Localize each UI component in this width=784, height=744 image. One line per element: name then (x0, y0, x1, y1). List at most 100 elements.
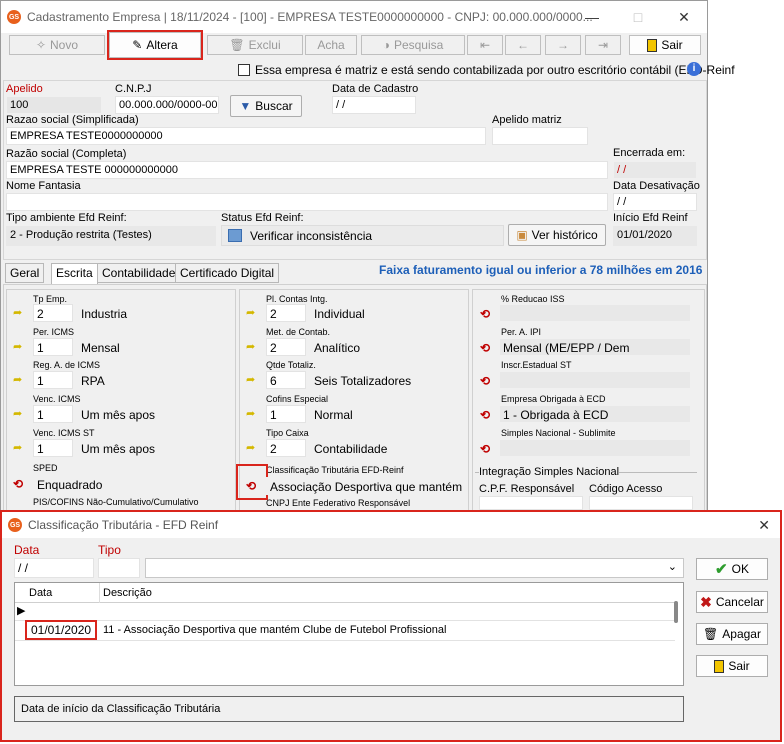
venc-icms-label: Venc. ICMS (33, 394, 81, 404)
verificar-inconsistencia-button[interactable]: Verificar inconsistência (221, 225, 504, 246)
chevron-down-icon: ⌄ (667, 561, 677, 573)
classificacao-grid: Data Descrição ▶ 01/01/2020 11 - Associa… (14, 582, 684, 686)
edit-arrow-icon[interactable]: ➦ (13, 341, 27, 353)
col-descricao-header[interactable]: Descrição (103, 587, 152, 599)
cpf-responsavel-label: C.P.F. Responsável (479, 483, 575, 495)
dialog-data-field[interactable]: / / (14, 558, 94, 578)
pesquisa-button[interactable]: ◑ Pesquisa (361, 35, 465, 55)
exclui-label: Exclui (248, 38, 281, 52)
simples-sublimite-desc (499, 439, 691, 457)
tab-contabilidade[interactable]: Contabilidade (97, 263, 181, 283)
app-icon: GS (7, 10, 21, 24)
undo-arrow-icon[interactable]: ⟲ (246, 480, 260, 492)
minimize-icon[interactable]: — (569, 1, 615, 33)
first-record-button[interactable]: ⇤ (467, 35, 503, 55)
row-data-cell[interactable]: 01/01/2020 (24, 620, 98, 640)
undo-arrow-icon[interactable]: ⟲ (480, 375, 494, 387)
sair-button[interactable]: Sair (629, 35, 701, 55)
empresa-ecd-label: Empresa Obrigada à ECD (501, 394, 606, 404)
fantasia-field[interactable] (6, 193, 608, 211)
apelido-matriz-field[interactable] (492, 127, 588, 145)
ok-button[interactable]: ✔ OK (696, 558, 768, 580)
venc-icms-st-desc: Um mês apos (77, 439, 233, 457)
cancelar-button[interactable]: ✖ Cancelar (696, 591, 768, 613)
edit-arrow-icon[interactable]: ➦ (13, 442, 27, 454)
edit-arrow-icon[interactable]: ➦ (246, 374, 260, 386)
tipo-amb-label: Tipo ambiente Efd Reinf: (6, 212, 127, 224)
edit-arrow-icon[interactable]: ➦ (13, 307, 27, 319)
ver-historico-button[interactable]: ▣ Ver histórico (508, 224, 606, 246)
cnpj-field[interactable]: 00.000.000/0000-00 (115, 96, 219, 114)
cpf-responsavel-field[interactable] (479, 496, 583, 510)
next-record-button[interactable]: → (545, 35, 581, 55)
prev-record-button[interactable]: ← (505, 35, 541, 55)
dialog-data-label: Data (14, 543, 40, 557)
history-icon: ▣ (516, 228, 528, 242)
maximize-icon[interactable]: □ (615, 1, 661, 33)
razao-simpl-field[interactable]: EMPRESA TESTE0000000000 (6, 127, 486, 145)
qtde-totaliz-code[interactable]: 6 (266, 371, 306, 389)
inicio-field[interactable]: 01/01/2020 (613, 226, 697, 246)
grid-scrollbar[interactable] (674, 601, 678, 623)
pl-contas-code[interactable]: 2 (266, 304, 306, 322)
per-ipi-desc: Mensal (ME/EPP / Dem (499, 338, 691, 356)
edit-arrow-icon[interactable]: ➦ (246, 307, 260, 319)
tipo-caixa-code[interactable]: 2 (266, 439, 306, 457)
dialog-title: Classificação Tributária - EFD Reinf (28, 518, 219, 532)
tipo-caixa-desc: Contabilidade (310, 439, 466, 457)
undo-arrow-icon[interactable]: ⟲ (480, 409, 494, 421)
data-cadastro-field[interactable]: / / (332, 96, 416, 114)
tp-emp-label: Tp Emp. (33, 294, 68, 304)
razao-comp-field[interactable]: EMPRESA TESTE 000000000000 (6, 161, 608, 179)
qtde-totaliz-label: Qtde Totaliz. (266, 360, 316, 370)
encerrada-label: Encerrada em: (613, 147, 686, 159)
data-desat-field[interactable]: / / (613, 193, 697, 211)
novo-button[interactable]: ✧ Novo (9, 35, 105, 55)
exclui-button[interactable]: 🗑 Exclui (207, 35, 303, 55)
last-record-button[interactable]: ⇥ (585, 35, 621, 55)
dialog-tipo-field[interactable] (98, 558, 140, 578)
reg-icms-code[interactable]: 1 (33, 371, 73, 389)
edit-arrow-icon[interactable]: ➦ (246, 408, 260, 420)
binoculars-icon: ◑ (382, 38, 390, 52)
undo-arrow-icon[interactable]: ⟲ (480, 443, 494, 455)
edit-arrow-icon[interactable]: ➦ (246, 442, 260, 454)
status-label: Status Efd Reinf: (221, 212, 304, 224)
dialog-tipo-dropdown[interactable]: ⌄ (145, 558, 684, 578)
undo-arrow-icon[interactable]: ⟲ (13, 478, 27, 490)
edit-arrow-icon[interactable]: ➦ (13, 408, 27, 420)
edit-arrow-icon[interactable]: ➦ (246, 341, 260, 353)
matriz-checkbox[interactable] (238, 64, 250, 76)
venc-icms-st-code[interactable]: 1 (33, 439, 73, 457)
tipo-amb-field[interactable]: 2 - Produção restrita (Testes) (6, 226, 216, 246)
dialog-sair-button[interactable]: Sair (696, 655, 768, 677)
apelido-field[interactable]: 100 (6, 96, 102, 114)
acha-button[interactable]: Acha (305, 35, 357, 55)
ok-label: OK (731, 562, 749, 576)
encerrada-field[interactable]: / / (613, 161, 697, 179)
info-icon[interactable]: i (687, 62, 701, 76)
edit-arrow-icon[interactable]: ➦ (13, 374, 27, 386)
buscar-button[interactable]: ▼ Buscar (230, 95, 302, 117)
tab-certificado[interactable]: Certificado Digital (175, 263, 280, 283)
cofins-especial-code[interactable]: 1 (266, 405, 306, 423)
razao-simpl-label: Razao social (Simplificada) (6, 114, 139, 126)
undo-arrow-icon[interactable]: ⟲ (480, 308, 494, 320)
per-icms-code[interactable]: 1 (33, 338, 73, 356)
altera-button[interactable]: ✎ Altera (107, 30, 203, 60)
undo-arrow-icon[interactable]: ⟲ (480, 342, 494, 354)
row-descricao-cell[interactable]: 11 - Associação Desportiva que mantém Cl… (103, 624, 446, 636)
table-row[interactable]: 01/01/2020 11 - Associação Desportiva qu… (15, 620, 675, 641)
tab-geral[interactable]: Geral (5, 263, 45, 283)
close-icon[interactable]: ✕ (758, 517, 770, 534)
tab-escrita[interactable]: Escrita (51, 263, 98, 285)
col-data-header[interactable]: Data (29, 587, 52, 599)
venc-icms-code[interactable]: 1 (33, 405, 73, 423)
tp-emp-code[interactable]: 2 (33, 304, 73, 322)
table-row-new[interactable]: ▶ (15, 603, 675, 621)
dialog-hint: Data de início da Classificação Tributár… (14, 696, 684, 722)
apagar-button[interactable]: 🗑 Apagar (696, 623, 768, 645)
met-contab-code[interactable]: 2 (266, 338, 306, 356)
codigo-acesso-field[interactable] (589, 496, 693, 510)
close-icon[interactable]: ✕ (661, 1, 707, 33)
